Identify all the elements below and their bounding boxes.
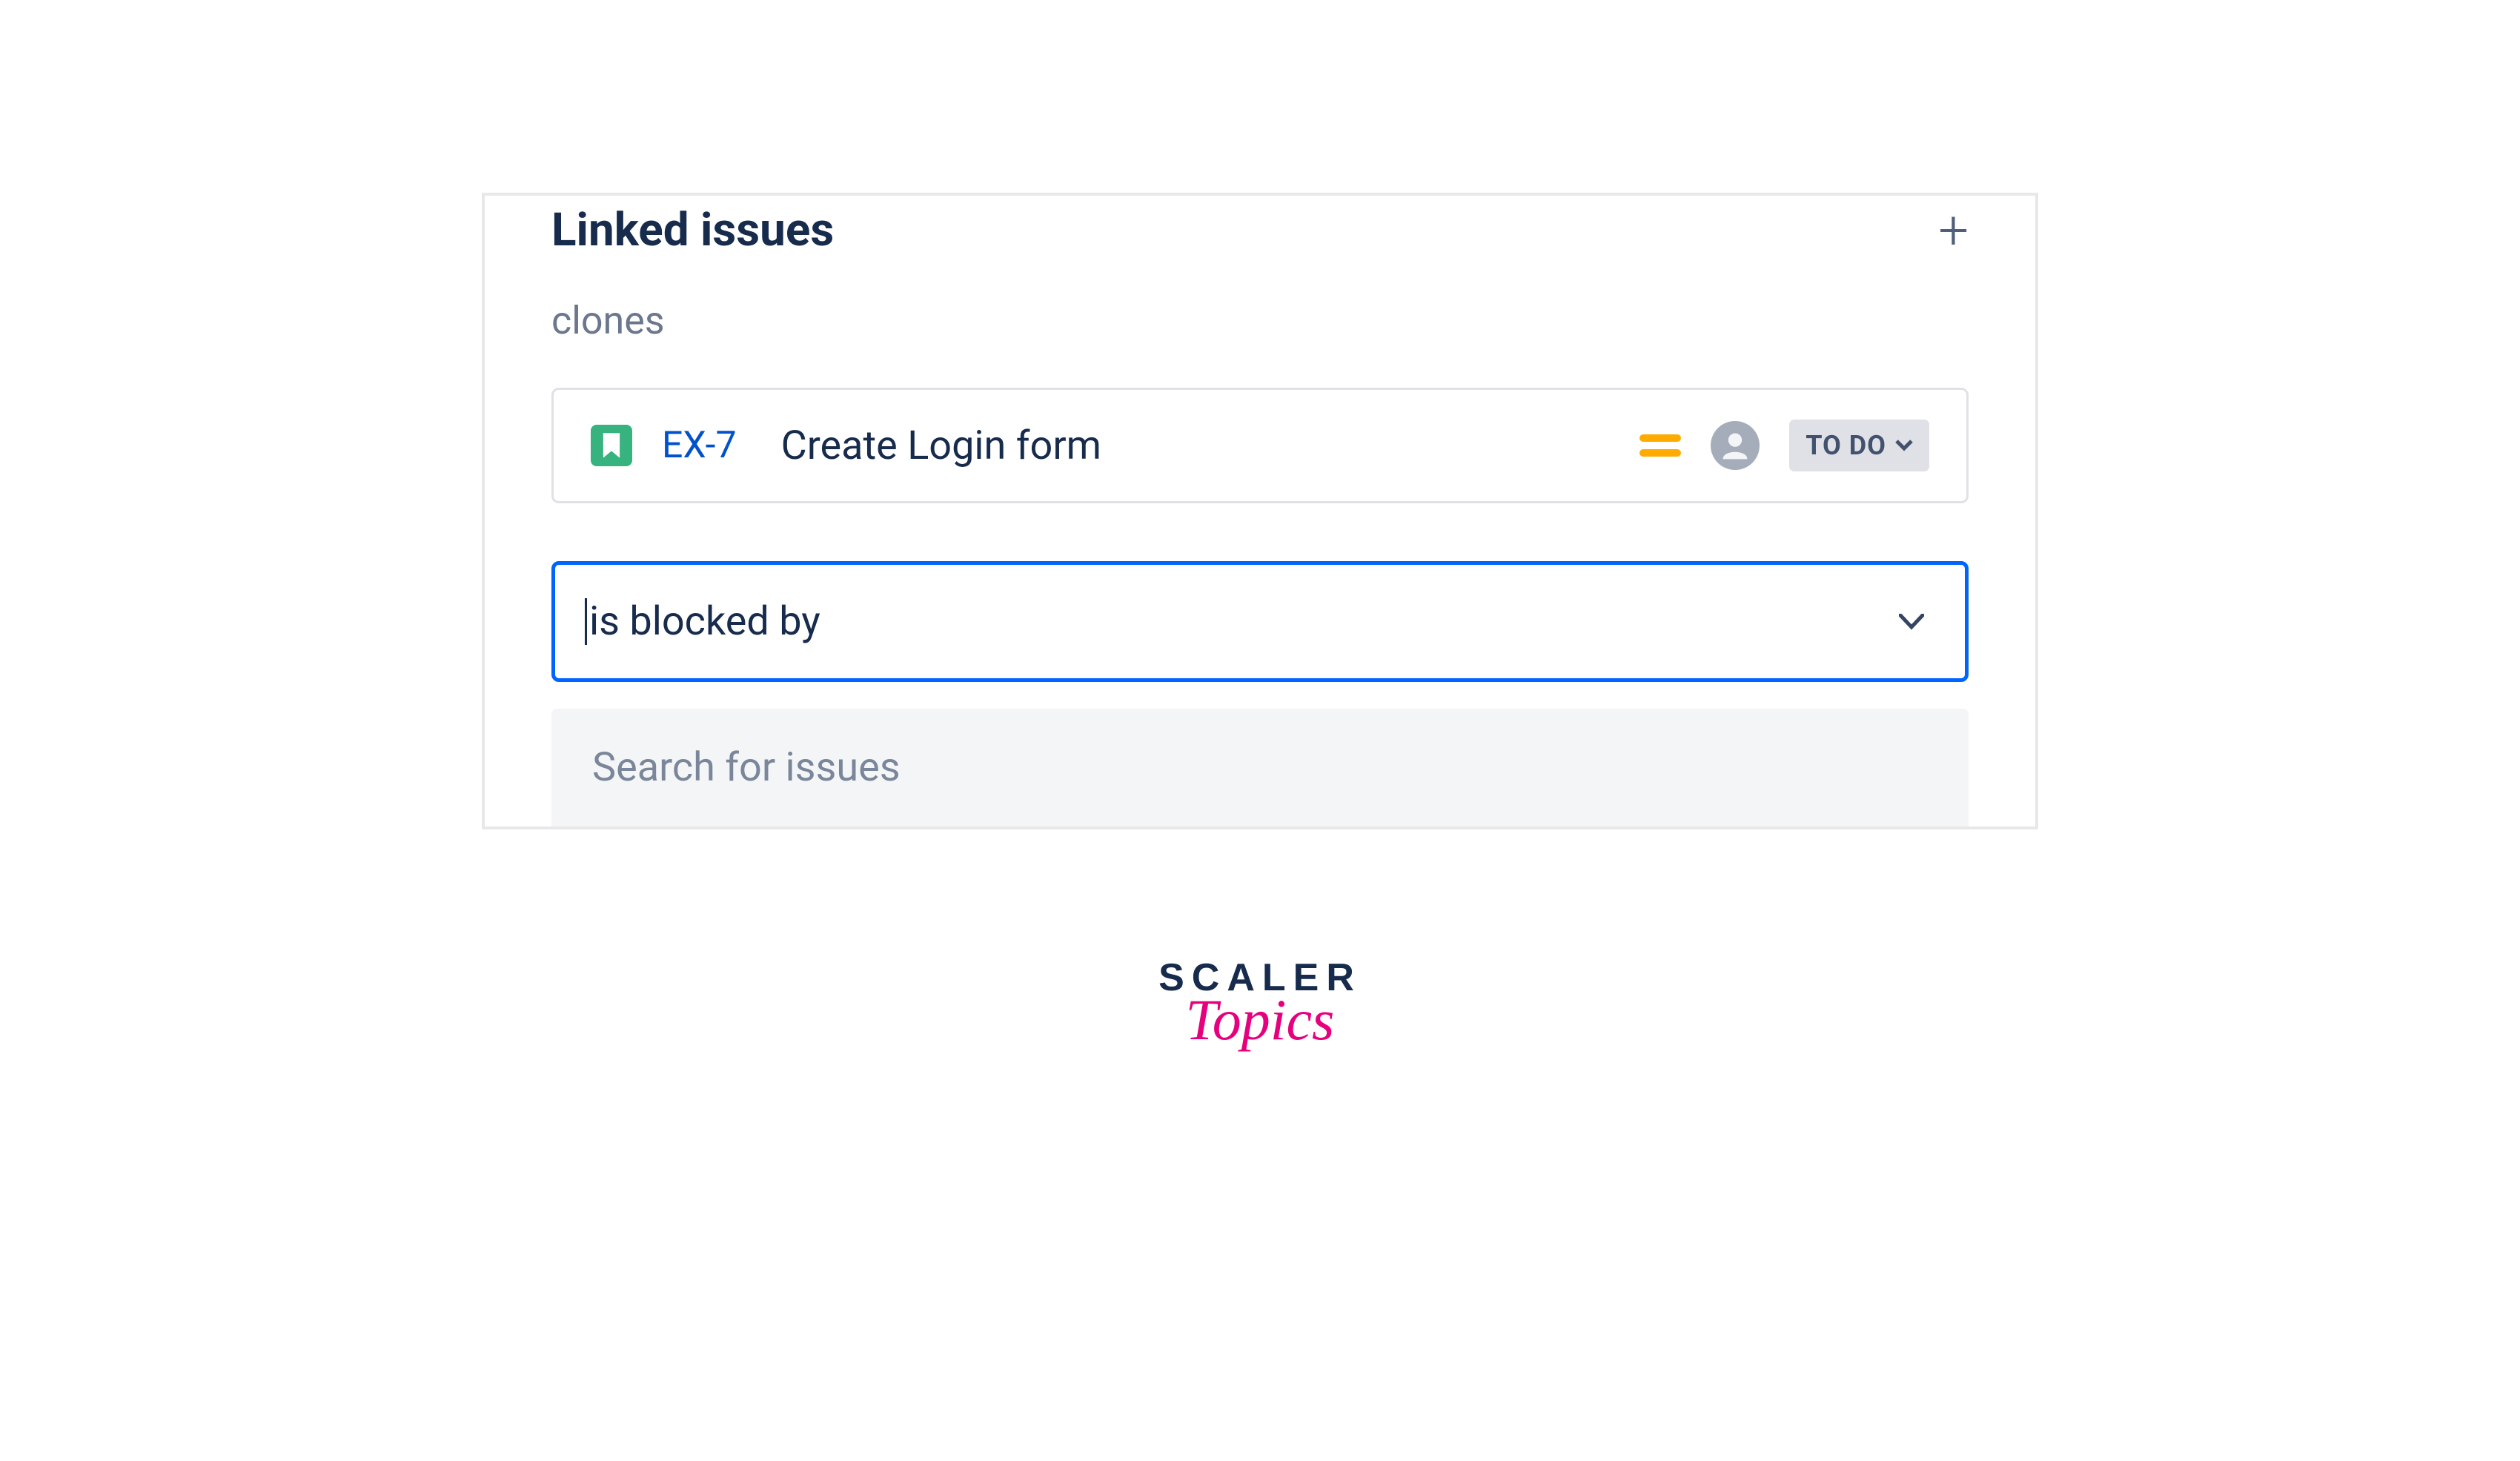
link-relation-label: clones <box>551 298 1969 343</box>
linked-issue-card[interactable]: EX-7 Create Login form TO DO <box>551 388 1969 503</box>
panel-header: Linked issues + <box>551 196 1969 257</box>
logo-bottom-text: Topics <box>1158 987 1362 1053</box>
link-type-value: is blocked by <box>585 598 820 645</box>
chevron-down-icon <box>1895 440 1913 451</box>
link-type-select[interactable]: is blocked by <box>551 561 1969 682</box>
chevron-down-icon <box>1899 614 1924 630</box>
search-placeholder: Search for issues <box>592 744 1928 791</box>
assignee-avatar-icon <box>1711 421 1760 470</box>
linked-issues-panel: Linked issues + clones EX-7 Create Login… <box>482 193 2038 829</box>
search-issues-input[interactable]: Search for issues <box>551 709 1969 826</box>
priority-medium-icon <box>1639 434 1681 457</box>
status-label: TO DO <box>1806 430 1886 461</box>
scaler-topics-logo: SCALER Topics <box>1158 955 1362 1053</box>
issue-summary: Create Login form <box>781 423 1611 469</box>
status-badge[interactable]: TO DO <box>1789 420 1929 471</box>
add-link-button[interactable]: + <box>1938 204 1969 257</box>
story-icon <box>591 425 632 466</box>
panel-title: Linked issues <box>551 203 834 257</box>
issue-key[interactable]: EX-7 <box>662 424 737 467</box>
